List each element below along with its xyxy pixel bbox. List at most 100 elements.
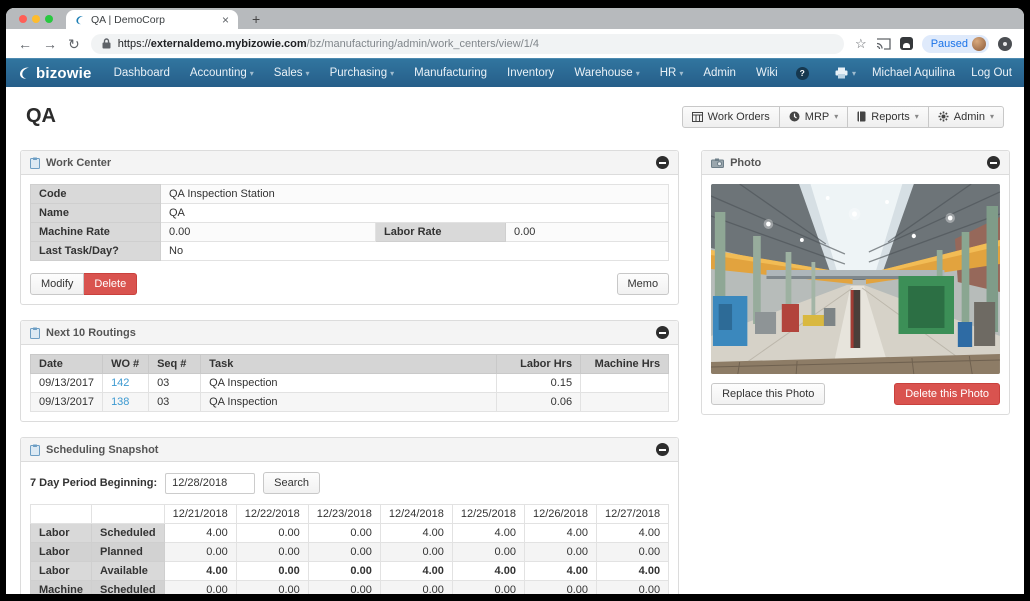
browser-profile-icon[interactable] (998, 37, 1012, 51)
page-content: QA Work Orders MRP ▾ Reports ▾ (6, 87, 1024, 594)
url-bar[interactable]: https://externaldemo.mybizowie.com/bz/ma… (91, 34, 844, 54)
value-cell: 4.00 (524, 524, 596, 543)
value-cell: 4.00 (380, 524, 452, 543)
column-header: Labor Hrs (497, 355, 581, 374)
calendar-icon (692, 112, 703, 122)
nav-item-inventory[interactable]: Inventory (497, 67, 564, 79)
value-cell: 4.00 (597, 562, 669, 581)
scheduling-row: MachineScheduled0.000.000.000.000.000.00… (31, 581, 669, 595)
caret-down-icon: ▾ (834, 112, 838, 121)
nav-item-wiki[interactable]: Wiki (746, 67, 788, 79)
field-label: Labor Rate (376, 223, 506, 242)
user-name-link[interactable]: Michael Aquilina (872, 67, 955, 79)
clipboard-icon (30, 327, 40, 339)
delete-photo-button[interactable]: Delete this Photo (894, 383, 1000, 405)
browser-toolbar: ← → ↻ https://externaldemo.mybizowie.com… (6, 29, 1024, 58)
admin-label: Admin (954, 111, 985, 123)
page-title: QA (26, 105, 56, 128)
value-cell: 0.00 (452, 581, 524, 595)
zoom-window-button[interactable] (45, 15, 53, 23)
modify-button[interactable]: Modify (30, 273, 84, 295)
search-button[interactable]: Search (263, 472, 320, 494)
paused-badge[interactable]: Paused (922, 35, 989, 53)
replace-photo-button[interactable]: Replace this Photo (711, 383, 825, 405)
routings-table: DateWO #Seq #TaskLabor HrsMachine Hrs 09… (30, 354, 669, 412)
date-column-header: 12/26/2018 (524, 505, 596, 524)
scheduling-table: 12/21/201812/22/201812/23/201812/24/2018… (30, 504, 669, 594)
browser-window: QA | DemoCorp × + ← → ↻ https://external… (6, 8, 1024, 594)
period-input[interactable] (165, 473, 255, 494)
field-value: QA Inspection Station (161, 185, 669, 204)
caret-down-icon: ▾ (250, 69, 254, 78)
row-metric-label: Scheduled (92, 581, 165, 595)
reload-icon[interactable]: ↻ (68, 37, 80, 51)
mrp-button[interactable]: MRP ▾ (780, 106, 848, 128)
clock-icon (789, 111, 800, 122)
forward-icon[interactable]: → (43, 37, 57, 51)
row-metric-label: Available (92, 562, 165, 581)
browser-tab[interactable]: QA | DemoCorp × (66, 10, 238, 29)
close-window-button[interactable] (19, 15, 27, 23)
value-cell: 4.00 (524, 562, 596, 581)
collapse-icon[interactable] (656, 443, 669, 456)
value-cell: 0.00 (164, 581, 236, 595)
reports-label: Reports (871, 111, 910, 123)
close-tab-icon[interactable]: × (222, 13, 229, 27)
wo-link[interactable]: 142 (103, 374, 149, 393)
nav-item-hr[interactable]: HR▾ (650, 67, 694, 79)
wo-link[interactable]: 138 (103, 393, 149, 412)
mrp-label: MRP (805, 111, 829, 123)
bizowie-swoosh-icon (18, 66, 32, 80)
app-navbar: bizowie DashboardAccounting▾Sales▾Purcha… (6, 58, 1024, 87)
extension-icon[interactable] (900, 37, 913, 50)
collapse-icon[interactable] (656, 156, 669, 169)
help-icon[interactable]: ? (796, 67, 809, 80)
back-icon[interactable]: ← (18, 37, 32, 51)
new-tab-button[interactable]: + (252, 11, 260, 29)
delete-button[interactable]: Delete (84, 273, 137, 295)
admin-button[interactable]: Admin ▾ (929, 106, 1004, 128)
value-cell: 0.00 (452, 543, 524, 562)
column-header: Task (201, 355, 497, 374)
cell-task: QA Inspection (201, 374, 497, 393)
panel-title: Scheduling Snapshot (46, 444, 158, 456)
bookmark-star-icon[interactable]: ☆ (855, 36, 867, 52)
period-label: 7 Day Period Beginning: (30, 477, 157, 489)
print-menu[interactable]: ▾ (835, 67, 856, 79)
bizowie-logo[interactable]: bizowie (18, 65, 92, 82)
memo-button[interactable]: Memo (617, 273, 670, 295)
collapse-icon[interactable] (656, 326, 669, 339)
field-value: QA (161, 204, 669, 223)
nav-item-dashboard[interactable]: Dashboard (104, 67, 180, 79)
value-cell: 4.00 (597, 524, 669, 543)
value-cell: 0.00 (524, 581, 596, 595)
value-cell: 0.00 (236, 524, 308, 543)
routings-head-row: DateWO #Seq #TaskLabor HrsMachine Hrs (31, 355, 669, 374)
value-cell: 4.00 (452, 524, 524, 543)
value-cell: 0.00 (597, 543, 669, 562)
nav-item-accounting[interactable]: Accounting▾ (180, 67, 264, 79)
value-cell: 0.00 (308, 581, 380, 595)
panel-title: Next 10 Routings (46, 327, 136, 339)
field-value: 0.00 (161, 223, 376, 242)
nav-item-purchasing[interactable]: Purchasing▾ (320, 67, 405, 79)
logout-link[interactable]: Log Out (971, 67, 1012, 79)
brand-name: bizowie (36, 65, 92, 82)
field-value: 0.00 (506, 223, 669, 242)
caret-down-icon: ▾ (915, 112, 919, 121)
nav-item-sales[interactable]: Sales▾ (264, 67, 320, 79)
row-group-label: Labor (31, 543, 92, 562)
nav-item-admin[interactable]: Admin (693, 67, 746, 79)
minimize-window-button[interactable] (32, 15, 40, 23)
tab-strip: QA | DemoCorp × + (6, 8, 1024, 29)
collapse-icon[interactable] (987, 156, 1000, 169)
nav-item-warehouse[interactable]: Warehouse▾ (564, 67, 649, 79)
value-cell: 4.00 (164, 524, 236, 543)
cast-icon[interactable] (876, 38, 891, 50)
clipboard-icon (30, 157, 40, 169)
work-orders-button[interactable]: Work Orders (682, 106, 780, 128)
field-label: Machine Rate (31, 223, 161, 242)
cell-machine (581, 393, 669, 412)
nav-item-manufacturing[interactable]: Manufacturing (404, 67, 497, 79)
reports-button[interactable]: Reports ▾ (848, 106, 929, 128)
